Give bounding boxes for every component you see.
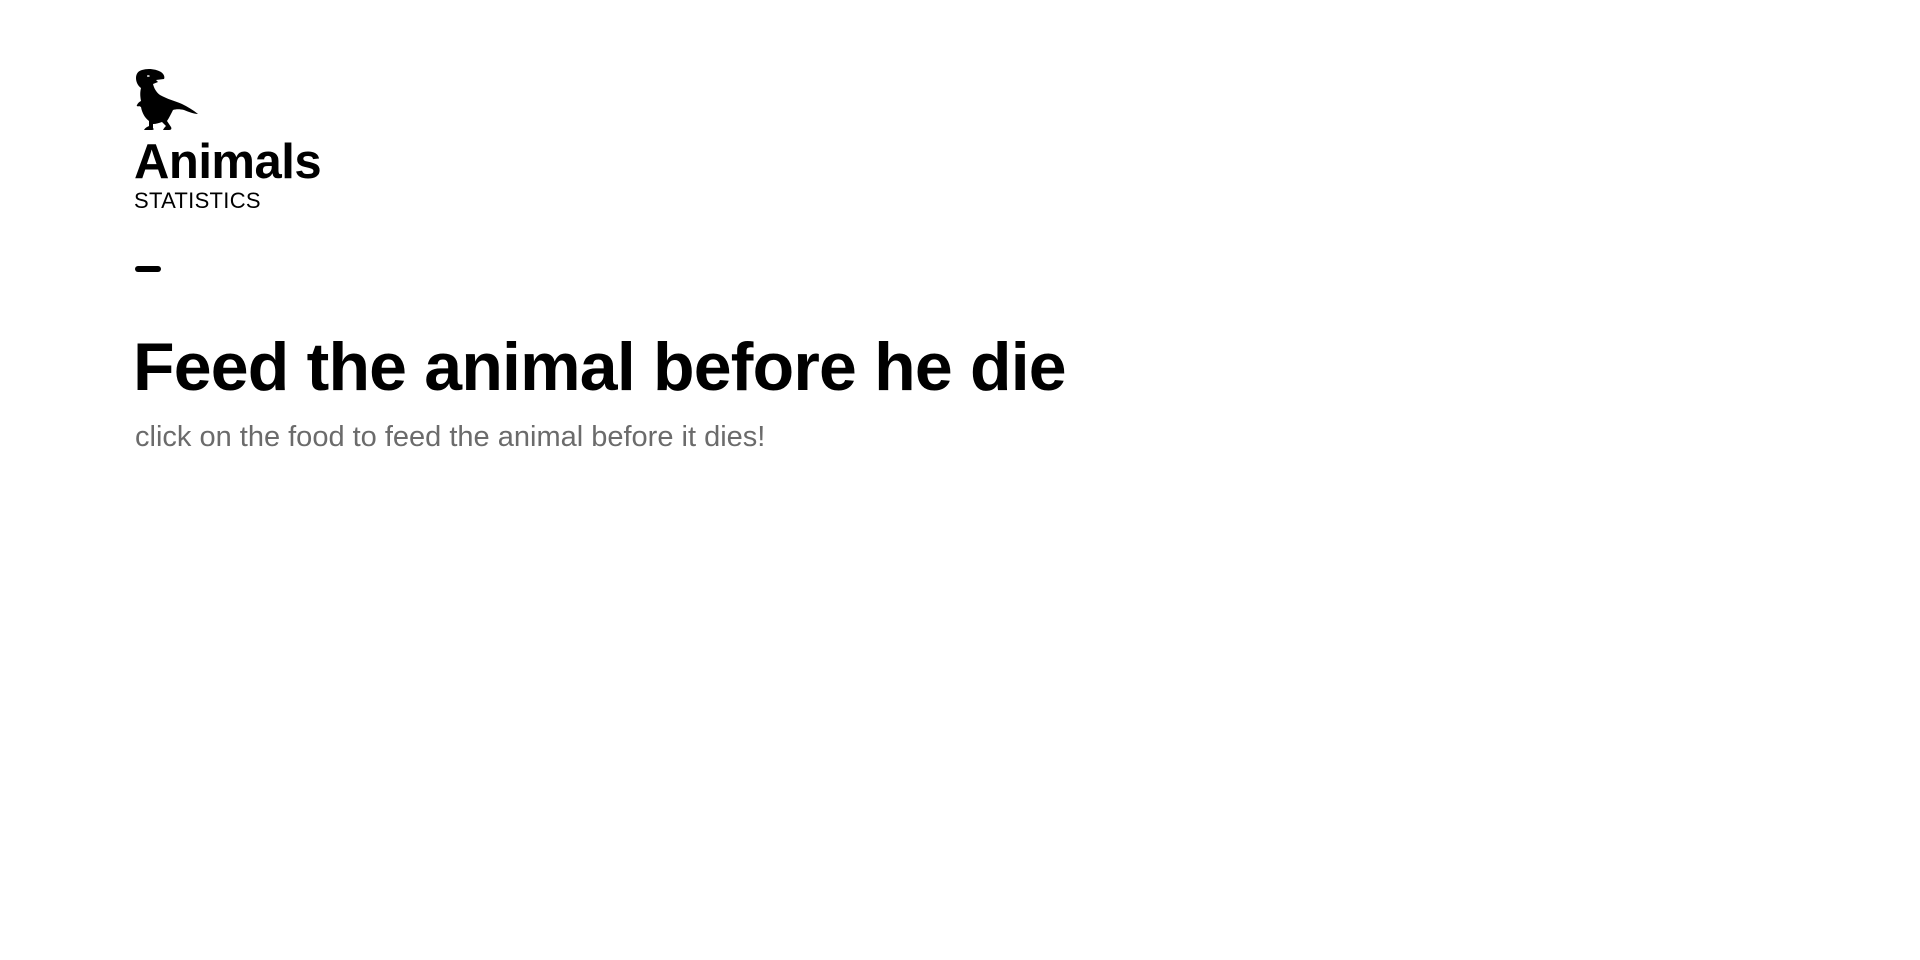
divider <box>135 266 161 272</box>
brand-subtitle: STATISTICS <box>134 188 261 213</box>
t-rex-icon <box>136 68 198 130</box>
page: Animals STATISTICS Feed the animal befor… <box>0 0 1920 960</box>
brand-name: Animals <box>134 135 322 189</box>
page-title: Feed the animal before he die <box>133 329 1067 405</box>
brand[interactable]: Animals STATISTICS <box>134 68 322 213</box>
page-subtitle: click on the food to feed the animal bef… <box>135 421 766 453</box>
